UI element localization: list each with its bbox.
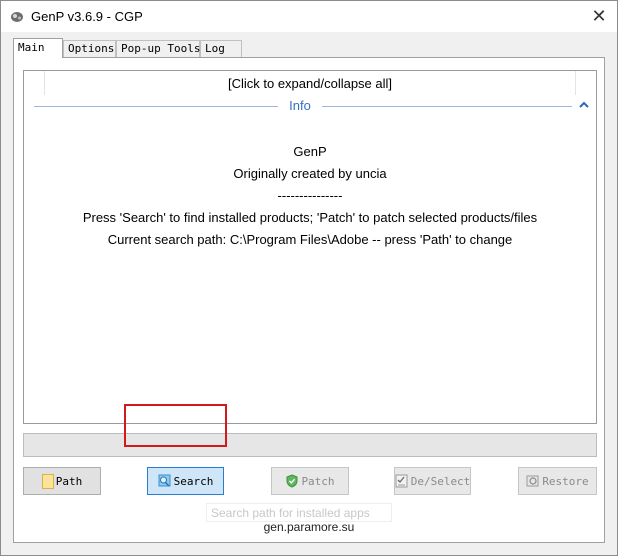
- patch-button-label: Patch: [301, 474, 335, 488]
- info-line-separator: ---------------: [277, 188, 343, 203]
- patch-button[interactable]: Patch: [271, 467, 349, 495]
- close-button[interactable]: ✕: [581, 1, 617, 32]
- search-button-label: Search: [173, 474, 214, 488]
- restore-button-label: Restore: [542, 474, 589, 488]
- restore-button[interactable]: Restore: [518, 467, 597, 495]
- section-divider-right: [322, 106, 572, 107]
- app-window: GenP v3.6.9 - CGP ✕ Main Options Pop-up …: [0, 0, 618, 556]
- info-line-instructions: Press 'Search' to find installed product…: [82, 210, 538, 225]
- tab-main[interactable]: Main: [13, 38, 63, 58]
- info-line-search-path: Current search path: C:\Program Files\Ad…: [107, 232, 513, 247]
- title-bar[interactable]: GenP v3.6.9 - CGP ✕: [1, 1, 617, 32]
- deselect-button-label: De/Select: [410, 474, 471, 488]
- search-highlight-box: [124, 404, 227, 447]
- section-divider-left: [34, 106, 278, 107]
- search-button[interactable]: Search: [147, 467, 224, 495]
- window-title: GenP v3.6.9 - CGP: [31, 9, 143, 24]
- tab-log[interactable]: Log: [200, 40, 242, 57]
- search-icon: [158, 474, 171, 487]
- restore-icon: [526, 475, 539, 487]
- chevron-up-icon[interactable]: [577, 98, 591, 112]
- tab-options[interactable]: Options: [63, 40, 116, 57]
- folder-icon: [41, 473, 54, 489]
- info-line-credits: Originally created by uncia: [233, 166, 387, 181]
- tab-popup-tools[interactable]: Pop-up Tools: [116, 40, 200, 57]
- tab-strip: Main Options Pop-up Tools Log: [13, 38, 603, 58]
- checklist-icon: [395, 474, 408, 488]
- path-button[interactable]: Path: [23, 467, 101, 495]
- info-tree-view[interactable]: [Click to expand/collapse all] Info GenP…: [23, 70, 597, 424]
- info-section-title[interactable]: Info: [278, 98, 322, 113]
- info-line-app-name: GenP: [293, 144, 327, 159]
- app-icon: [11, 12, 23, 22]
- main-tab-panel: [Click to expand/collapse all] Info GenP…: [13, 57, 605, 543]
- close-icon: ✕: [591, 6, 607, 27]
- shield-check-icon: [286, 474, 298, 488]
- path-button-label: Path: [55, 474, 83, 488]
- progress-bar: [23, 433, 597, 457]
- expand-collapse-all[interactable]: [Click to expand/collapse all]: [44, 71, 576, 95]
- deselect-button[interactable]: De/Select: [394, 467, 471, 495]
- website-link[interactable]: gen.paramore.su: [14, 520, 604, 534]
